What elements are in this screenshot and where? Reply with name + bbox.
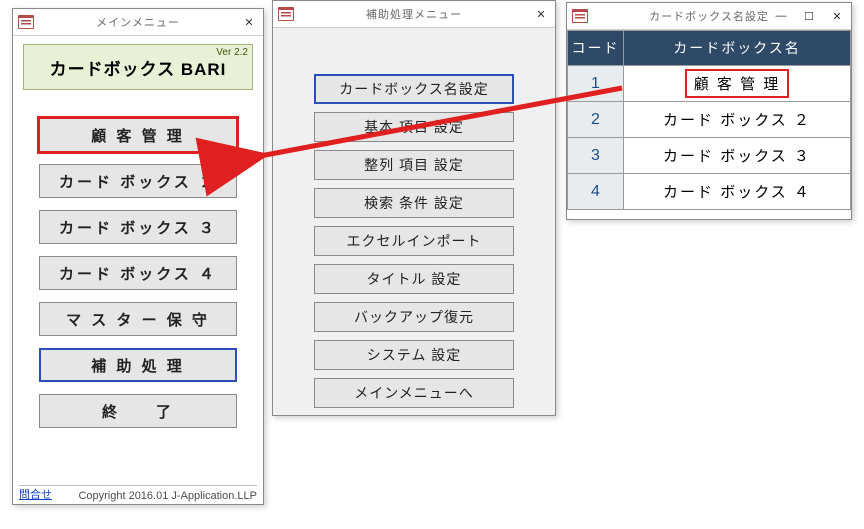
cell-name[interactable]: カード ボックス ２	[624, 102, 851, 138]
aux-btn-title-setting[interactable]: タイトル 設定	[314, 264, 514, 294]
cell-name[interactable]: カード ボックス ４	[624, 174, 851, 210]
app-version: Ver 2.2	[216, 47, 248, 58]
cell-code: 1	[568, 66, 624, 102]
aux-btn-cardbox-name-setting[interactable]: カードボックス名設定	[314, 74, 514, 104]
aux-btn-basic-item-setting[interactable]: 基本 項目 設定	[314, 112, 514, 142]
table-row[interactable]: 4 カード ボックス ４	[568, 174, 851, 210]
table-row[interactable]: 3 カード ボックス ３	[568, 138, 851, 174]
close-icon[interactable]: ✕	[527, 3, 555, 25]
cell-name[interactable]: カード ボックス ３	[624, 138, 851, 174]
main-menu-window: メインメニュー ✕ Ver 2.2 カードボックス BARI 顧 客 管 理 カ…	[12, 8, 264, 505]
main-btn-customer-mgmt[interactable]: 顧 客 管 理	[39, 118, 237, 152]
main-btn-cardbox-4[interactable]: カード ボックス ４	[39, 256, 237, 290]
cell-name[interactable]: 顧 客 管 理	[624, 66, 851, 102]
aux-btn-search-cond-setting[interactable]: 検索 条件 設定	[314, 188, 514, 218]
cell-code: 4	[568, 174, 624, 210]
aux-btn-back-to-main[interactable]: メインメニューへ	[314, 378, 514, 408]
aux-btn-system-setting[interactable]: システム 設定	[314, 340, 514, 370]
app-title-box: Ver 2.2 カードボックス BARI	[23, 44, 253, 90]
aux-btn-backup-restore[interactable]: バックアップ復元	[314, 302, 514, 332]
cardbox-settings-titlebar[interactable]: カードボックス名設定 — ☐ ✕	[567, 3, 851, 30]
main-btn-cardbox-3[interactable]: カード ボックス ３	[39, 210, 237, 244]
main-btn-master-maint[interactable]: マ ス タ ー 保 守	[39, 302, 237, 336]
cell-code: 2	[568, 102, 624, 138]
col-header-name: カードボックス名	[624, 31, 851, 66]
table-row[interactable]: 2 カード ボックス ２	[568, 102, 851, 138]
close-icon[interactable]: ✕	[823, 5, 851, 27]
cardbox-table: コード カードボックス名 1 顧 客 管 理 2 カード ボックス ２ 3 カー…	[567, 30, 851, 210]
form-icon	[17, 14, 35, 30]
aux-btn-excel-import[interactable]: エクセルインポート	[314, 226, 514, 256]
col-header-code: コード	[568, 31, 624, 66]
close-icon[interactable]: ✕	[235, 11, 263, 33]
minimize-icon[interactable]: —	[767, 5, 795, 27]
main-btn-cardbox-2[interactable]: カード ボックス ２	[39, 164, 237, 198]
main-menu-footer: 問合せ Copyright 2016.01 J-Application.LLP	[13, 486, 263, 502]
table-row[interactable]: 1 顧 客 管 理	[568, 66, 851, 102]
aux-menu-title: 補助処理メニュー	[273, 6, 555, 22]
aux-btn-sort-item-setting[interactable]: 整列 項目 設定	[314, 150, 514, 180]
aux-menu-window: 補助処理メニュー ✕ カードボックス名設定 基本 項目 設定 整列 項目 設定 …	[272, 0, 556, 416]
main-menu-title: メインメニュー	[13, 14, 263, 30]
app-title: カードボックス BARI	[50, 55, 227, 80]
form-icon	[571, 8, 589, 24]
form-icon	[277, 6, 295, 22]
aux-menu-titlebar[interactable]: 補助処理メニュー ✕	[273, 1, 555, 28]
main-menu-titlebar[interactable]: メインメニュー ✕	[13, 9, 263, 36]
main-btn-aux-processing[interactable]: 補 助 処 理	[39, 348, 237, 382]
maximize-icon[interactable]: ☐	[795, 5, 823, 27]
inquiry-link[interactable]: 問合せ	[19, 486, 52, 502]
main-btn-exit[interactable]: 終 了	[39, 394, 237, 428]
cardbox-settings-window: カードボックス名設定 — ☐ ✕ コード カードボックス名 1 顧 客 管 理 …	[566, 2, 852, 220]
cell-code: 3	[568, 138, 624, 174]
copyright-text: Copyright 2016.01 J-Application.LLP	[78, 490, 257, 502]
table-header-row: コード カードボックス名	[568, 31, 851, 66]
